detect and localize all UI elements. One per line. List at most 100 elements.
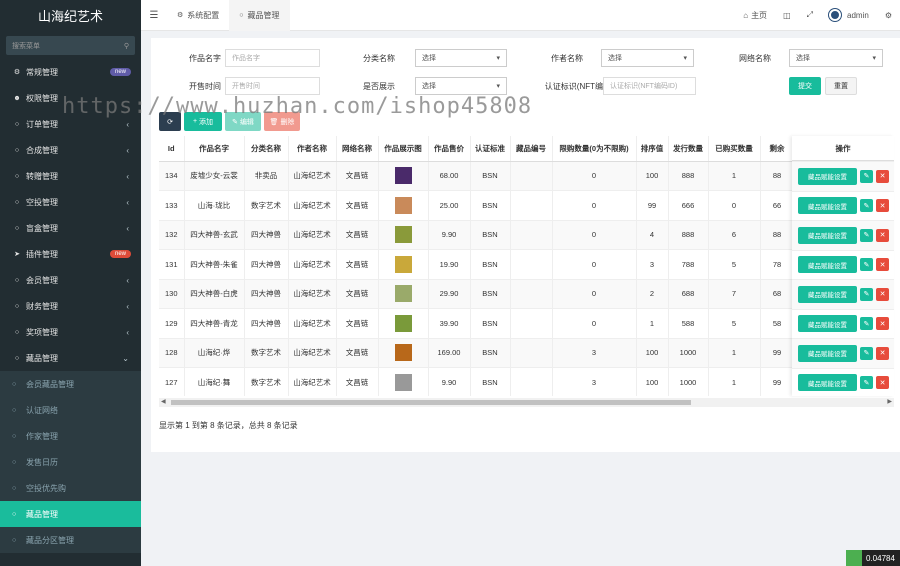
row-delete-button[interactable]: ✕ <box>876 199 889 213</box>
clear-cache-icon[interactable]: ◫ <box>775 11 799 20</box>
column-header[interactable]: 作品售价 <box>428 136 471 162</box>
sidebar-item-9[interactable]: ○ 财务管理 ‹ <box>0 293 141 319</box>
sidebar-item-5[interactable]: ○ 空投管理 ‹ <box>0 189 141 215</box>
brand-title[interactable]: 山海纪艺术 <box>0 0 141 31</box>
column-header[interactable]: 发行数量 <box>668 136 709 162</box>
tab-collection-manage[interactable]: ○ 藏品管理 <box>229 0 290 31</box>
row-delete-button[interactable]: ✕ <box>876 228 889 242</box>
row-delete-button[interactable]: ✕ <box>876 258 889 272</box>
sidebar-item-3[interactable]: ○ 合成管理 ‹ <box>0 137 141 163</box>
cell-limit: 3 <box>552 337 637 368</box>
reset-button[interactable]: 重置 <box>825 77 857 95</box>
show-select[interactable]: 选择 ▾ <box>415 77 507 95</box>
settings-icon[interactable]: ⚙ <box>877 11 900 20</box>
column-header[interactable]: 网络名称 <box>336 136 379 162</box>
empower-settings-button[interactable]: 藏品赋能设置 <box>798 285 857 303</box>
row-edit-button[interactable]: ✎ <box>860 199 873 213</box>
table-row[interactable]: 131 四大神兽-朱雀 四大神兽 山海纪艺术 文昌链 19.90 BSN 0 3 788 5 78 <box>159 249 795 279</box>
artwork-thumbnail[interactable] <box>394 374 412 391</box>
row-edit-button[interactable]: ✎ <box>860 317 873 331</box>
empower-settings-button[interactable]: 藏品赋能设置 <box>798 344 857 362</box>
column-header[interactable]: 作者名称 <box>288 136 337 162</box>
cert-input[interactable]: 认证标识(NFT编码ID) <box>603 77 696 95</box>
row-delete-button[interactable]: ✕ <box>876 287 889 301</box>
empower-settings-button[interactable]: 藏品赋能设置 <box>798 374 857 392</box>
horizontal-scrollbar[interactable]: ◀ ▶ <box>159 398 894 407</box>
row-delete-button[interactable]: ✕ <box>876 376 889 390</box>
artwork-thumbnail[interactable] <box>394 344 412 362</box>
table-row[interactable]: 134 废墟少女-云裳 非卖品 山海纪艺术 文昌链 68.00 BSN 0 100 888 1 88 <box>159 160 795 191</box>
artwork-thumbnail[interactable] <box>394 255 412 273</box>
row-edit-button[interactable]: ✎ <box>860 346 873 360</box>
user-menu[interactable]: admin <box>821 9 877 21</box>
artwork-thumbnail[interactable] <box>394 226 412 244</box>
row-edit-button[interactable]: ✎ <box>860 258 873 272</box>
table-row[interactable]: 127 山海纪·舞 数字艺术 山海纪艺术 文昌链 9.90 BSN 3 100 1000 1 99 <box>159 367 795 396</box>
column-header[interactable]: 分类名称 <box>244 136 289 162</box>
sidebar-item-7[interactable]: ➤ 插件管理 new <box>0 241 141 267</box>
sidebar-subitem-4[interactable]: ○ 空投优先购 <box>0 475 141 501</box>
table-row[interactable]: 128 山海纪·烨 数字艺术 山海纪艺术 文昌链 169.00 BSN 3 100 1000 1 99 <box>159 337 795 368</box>
sidebar-item-4[interactable]: ○ 转赠管理 ‹ <box>0 163 141 189</box>
row-edit-button[interactable]: ✎ <box>860 228 873 242</box>
sidebar-subitem-3[interactable]: ○ 发售日历 <box>0 449 141 475</box>
artwork-thumbnail[interactable] <box>394 196 412 214</box>
row-edit-button[interactable]: ✎ <box>860 287 873 301</box>
sidebar-subitem-0[interactable]: ○ 会员藏品管理 <box>0 371 141 397</box>
row-delete-button[interactable]: ✕ <box>876 317 889 331</box>
row-delete-button[interactable]: ✕ <box>876 169 889 183</box>
column-header[interactable]: 排序值 <box>636 136 669 162</box>
network-select[interactable]: 选择 ▾ <box>789 49 883 67</box>
sidebar-item-8[interactable]: ○ 会员管理 ‹ <box>0 267 141 293</box>
sidebar-search[interactable]: 搜索菜单 ⚲ <box>6 36 135 55</box>
column-header[interactable]: 作品展示图 <box>378 136 429 162</box>
empower-settings-button[interactable]: 藏品赋能设置 <box>798 226 857 244</box>
sidebar-item-11[interactable]: ○ 藏品管理 ⌄ <box>0 345 141 371</box>
sidebar-subitem-5[interactable]: ○ 藏品管理 <box>0 501 141 527</box>
cell-sort: 99 <box>636 190 669 220</box>
sidebar-subitem-1[interactable]: ○ 认证网络 <box>0 397 141 423</box>
sidebar-subitem-2[interactable]: ○ 作家管理 <box>0 423 141 449</box>
artwork-thumbnail[interactable] <box>394 285 412 303</box>
empower-settings-button[interactable]: 藏品赋能设置 <box>798 197 857 215</box>
scroll-right-icon[interactable]: ▶ <box>887 398 892 405</box>
tab-system-config[interactable]: ⚙ 系统配置 <box>167 0 229 31</box>
empower-settings-button[interactable]: 藏品赋能设置 <box>798 256 857 274</box>
sidebar-item-10[interactable]: ○ 奖项管理 ‹ <box>0 319 141 345</box>
menu-toggle-icon[interactable]: ☰ <box>141 10 167 21</box>
column-header[interactable]: 藏品编号 <box>510 136 553 162</box>
table-row[interactable]: 129 四大神兽-青龙 四大神兽 山海纪艺术 文昌链 39.90 BSN 0 1 588 5 58 <box>159 308 795 338</box>
home-link[interactable]: ⌂ 主页 <box>735 10 775 21</box>
name-input[interactable]: 作品名字 <box>225 49 320 67</box>
sidebar-item-6[interactable]: ○ 盲盒管理 ‹ <box>0 215 141 241</box>
sidebar-subitem-6[interactable]: ○ 藏品分区管理 <box>0 527 141 553</box>
users-icon: ☻ <box>13 94 21 102</box>
category-select[interactable]: 选择 ▾ <box>415 49 507 67</box>
search-icon[interactable]: ⚲ <box>124 42 129 50</box>
column-header[interactable]: 作品名字 <box>184 136 245 162</box>
table-body: 134 废墟少女-云裳 非卖品 山海纪艺术 文昌链 68.00 BSN 0 100 888 1 88 1… <box>159 160 795 396</box>
table-row[interactable]: 133 山海·珑比 数字艺术 山海纪艺术 文昌链 25.00 BSN 0 99 666 0 66 <box>159 190 795 220</box>
empower-settings-button[interactable]: 藏品赋能设置 <box>798 167 857 185</box>
column-header[interactable]: Id <box>159 136 185 162</box>
column-header[interactable]: 已购买数量 <box>708 136 761 162</box>
table-row[interactable]: 132 四大神兽-玄武 四大神兽 山海纪艺术 文昌链 9.90 BSN 0 4 888 6 88 <box>159 219 795 250</box>
scrollbar-thumb[interactable] <box>171 400 691 405</box>
column-header[interactable]: 限购数量(0为不限购) <box>552 136 637 162</box>
sidebar-item-0[interactable]: ⚙ 常规管理 new <box>0 59 141 85</box>
row-edit-button[interactable]: ✎ <box>860 169 873 183</box>
sidebar-search-input[interactable]: 搜索菜单 <box>12 41 40 51</box>
author-select[interactable]: 选择 ▾ <box>601 49 694 67</box>
scroll-left-icon[interactable]: ◀ <box>161 398 166 405</box>
open-time-input[interactable]: 开售时间 <box>225 77 320 95</box>
column-header[interactable]: 认证标准 <box>470 136 511 162</box>
artwork-thumbnail[interactable] <box>394 167 412 185</box>
table-row[interactable]: 130 四大神兽-白虎 四大神兽 山海纪艺术 文昌链 29.90 BSN 0 2 688 7 68 <box>159 278 795 309</box>
column-header[interactable]: 剩余 <box>760 136 795 162</box>
fullscreen-icon[interactable]: ⤢ <box>799 10 821 20</box>
row-delete-button[interactable]: ✕ <box>876 346 889 360</box>
empower-settings-button[interactable]: 藏品赋能设置 <box>798 315 857 333</box>
row-edit-button[interactable]: ✎ <box>860 376 873 390</box>
submit-button[interactable]: 提交 <box>789 77 821 95</box>
artwork-thumbnail[interactable] <box>394 314 412 332</box>
